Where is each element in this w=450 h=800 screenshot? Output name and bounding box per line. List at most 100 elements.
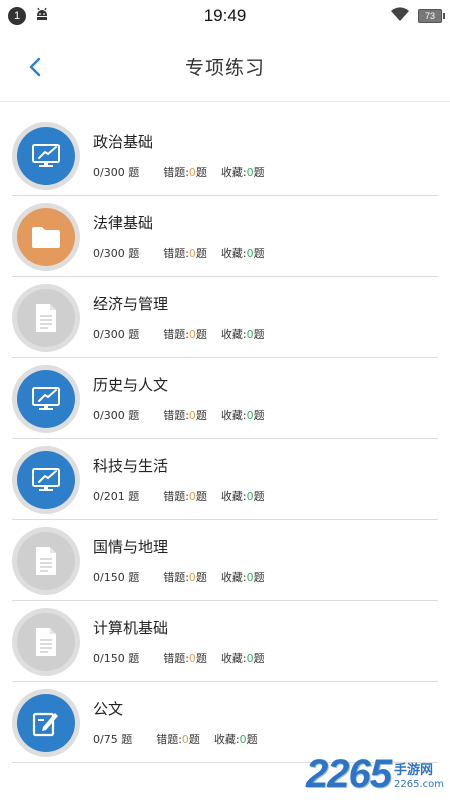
practice-item[interactable]: 国情与地理 0/150 题错题: 0 题收藏: 0 题 (0, 520, 450, 601)
practice-list: 政治基础 0/300 题错题: 0 题收藏: 0 题法律基础 0/300 题错题: 0 题收藏:… (0, 102, 450, 763)
avatar-ring (12, 688, 80, 757)
item-meta: 0/150 题错题: 0 题收藏: 0 题 (93, 650, 265, 666)
wrong-unit: 题 (195, 409, 207, 422)
item-meta: 0/201 题错题: 0 题收藏: 0 题 (93, 488, 265, 504)
edit-icon (17, 693, 75, 752)
back-button[interactable] (20, 52, 50, 82)
progress-count: 0/300 题 (93, 247, 140, 260)
progress-count: 0/150 题 (93, 571, 140, 584)
favorite-count: 0 (246, 570, 254, 584)
avatar-ring (12, 202, 80, 271)
wrong-label: 错题: (163, 409, 189, 422)
practice-item[interactable]: 经济与管理 0/300 题错题: 0 题收藏: 0 题 (0, 277, 450, 358)
watermark-logo: 2265 手游网 2265.com (306, 754, 444, 794)
favorite-unit: 题 (246, 733, 258, 746)
wrong-label: 错题: (163, 166, 189, 179)
wrong-unit: 题 (195, 247, 207, 260)
item-meta: 0/300 题错题: 0 题收藏: 0 题 (93, 407, 265, 423)
item-title: 计算机基础 (93, 619, 169, 637)
favorite-count: 0 (239, 732, 247, 746)
avatar-ring (12, 445, 80, 514)
item-title: 科技与生活 (93, 457, 169, 475)
favorite-label: 收藏: (220, 166, 247, 179)
favorite-label: 收藏: (220, 328, 247, 341)
practice-item[interactable]: 政治基础 0/300 题错题: 0 题收藏: 0 题 (0, 115, 450, 196)
document-icon (17, 612, 75, 671)
watermark-cn: 手游网 (394, 762, 434, 778)
favorite-label: 收藏: (220, 652, 247, 665)
wrong-count: 0 (188, 570, 196, 584)
item-meta: 0/300 题错题: 0 题收藏: 0 题 (93, 245, 265, 261)
practice-item[interactable]: 法律基础 0/300 题错题: 0 题收藏: 0 题 (0, 196, 450, 277)
wifi-icon (390, 6, 410, 27)
avatar-ring (12, 526, 80, 595)
item-meta: 0/75 题错题: 0 题收藏: 0 题 (93, 731, 258, 747)
favorite-unit: 题 (253, 490, 265, 503)
android-icon (34, 6, 50, 27)
monitor-icon (17, 450, 75, 509)
progress-count: 0/201 题 (93, 490, 140, 503)
wrong-count: 0 (188, 651, 196, 665)
progress-count: 0/300 题 (93, 166, 140, 179)
monitor-icon (17, 369, 75, 428)
favorite-count: 0 (246, 327, 254, 341)
watermark-domain: 2265.com (394, 778, 444, 790)
wrong-unit: 题 (195, 490, 207, 503)
wrong-label: 错题: (163, 652, 189, 665)
item-title: 公文 (93, 700, 124, 718)
favorite-count: 0 (246, 408, 254, 422)
monitor-icon (17, 126, 75, 185)
item-title: 历史与人文 (93, 376, 169, 394)
wrong-count: 0 (188, 489, 196, 503)
wrong-unit: 题 (195, 166, 207, 179)
page-title: 专项练习 (184, 57, 265, 79)
progress-count: 0/150 题 (93, 652, 140, 665)
favorite-unit: 题 (253, 571, 265, 584)
progress-count: 0/300 题 (93, 328, 140, 341)
favorite-unit: 题 (253, 247, 265, 260)
avatar-ring (12, 121, 80, 190)
favorite-count: 0 (246, 246, 254, 260)
favorite-label: 收藏: (220, 247, 247, 260)
notification-badge: 1 (8, 7, 26, 25)
item-title: 政治基础 (93, 133, 154, 151)
practice-item[interactable]: 科技与生活 0/201 题错题: 0 题收藏: 0 题 (0, 439, 450, 520)
wrong-count: 0 (181, 732, 189, 746)
favorite-label: 收藏: (220, 571, 247, 584)
avatar-ring (12, 283, 80, 352)
wrong-label: 错题: (163, 247, 189, 260)
wrong-count: 0 (188, 165, 196, 179)
progress-count: 0/300 题 (93, 409, 140, 422)
avatar-ring (12, 607, 80, 676)
avatar-ring (12, 364, 80, 433)
wrong-count: 0 (188, 408, 196, 422)
wrong-label: 错题: (156, 733, 182, 746)
wrong-unit: 题 (195, 571, 207, 584)
favorite-unit: 题 (253, 328, 265, 341)
practice-item[interactable]: 计算机基础 0/150 题错题: 0 题收藏: 0 题 (0, 601, 450, 682)
favorite-count: 0 (246, 651, 254, 665)
favorite-unit: 题 (253, 652, 265, 665)
favorite-label: 收藏: (220, 409, 247, 422)
item-title: 经济与管理 (93, 295, 169, 313)
wrong-count: 0 (188, 246, 196, 260)
status-bar: 1 19:49 73 (0, 0, 450, 32)
wrong-label: 错题: (163, 571, 189, 584)
practice-item[interactable]: 历史与人文 0/300 题错题: 0 题收藏: 0 题 (0, 358, 450, 439)
item-meta: 0/300 题错题: 0 题收藏: 0 题 (93, 326, 265, 342)
favorite-unit: 题 (253, 409, 265, 422)
wrong-count: 0 (188, 327, 196, 341)
favorite-label: 收藏: (213, 733, 240, 746)
status-time: 19:49 (203, 6, 247, 25)
watermark-number: 2265 (306, 752, 392, 796)
wrong-label: 错题: (163, 490, 189, 503)
wrong-label: 错题: (163, 328, 189, 341)
wrong-unit: 题 (195, 652, 207, 665)
item-title: 法律基础 (93, 214, 154, 232)
item-title: 国情与地理 (93, 538, 169, 556)
item-meta: 0/300 题错题: 0 题收藏: 0 题 (93, 164, 265, 180)
favorite-unit: 题 (253, 166, 265, 179)
wrong-unit: 题 (195, 328, 207, 341)
battery-indicator: 73 (418, 9, 445, 23)
practice-item[interactable]: 公文 0/75 题错题: 0 题收藏: 0 题 (0, 682, 450, 763)
